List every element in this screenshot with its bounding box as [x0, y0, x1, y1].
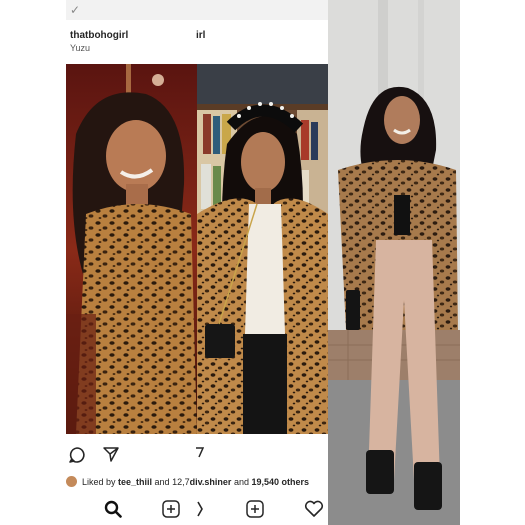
check-icon: ✓	[70, 3, 81, 17]
comment-icon[interactable]	[68, 446, 86, 469]
instagram-collage: ✓ ⊘ ▂▃▅ 4G thatbohogirl Yuzu irl	[66, 0, 460, 525]
liker-avatar[interactable]	[66, 476, 77, 487]
bottom-nav	[66, 492, 328, 525]
liker-username-2[interactable]: div.shiner	[190, 477, 232, 487]
post-username[interactable]: thatbohogirl	[70, 30, 128, 41]
new-post-icon[interactable]	[162, 500, 180, 523]
likes-summary: Liked by tee_thiil and 12,7div.shiner an…	[66, 476, 328, 490]
new-post-icon-2[interactable]	[246, 500, 264, 523]
post-location[interactable]: Yuzu	[70, 43, 128, 53]
search-icon[interactable]	[104, 500, 122, 523]
share-icon-fragment[interactable]	[196, 445, 205, 463]
post-header-left[interactable]: thatbohogirl Yuzu	[70, 30, 128, 53]
post-header-right[interactable]: irl	[196, 30, 205, 41]
likes-middle-1: and 12,7	[152, 477, 190, 487]
liker-username-1[interactable]: tee_thiil	[118, 477, 152, 487]
share-icon[interactable]	[102, 445, 120, 468]
post-photo-3[interactable]	[328, 0, 460, 525]
likes-prefix: Liked by	[82, 477, 119, 487]
likes-count[interactable]: 19,540 others	[251, 477, 309, 487]
nav-icon-fragment[interactable]	[196, 501, 204, 522]
likes-middle-2: and	[231, 477, 252, 487]
post-username-fragment[interactable]: irl	[196, 30, 205, 41]
heart-icon[interactable]	[304, 500, 324, 523]
post-photo-2[interactable]	[197, 64, 328, 434]
post-photo-1[interactable]	[66, 64, 197, 434]
